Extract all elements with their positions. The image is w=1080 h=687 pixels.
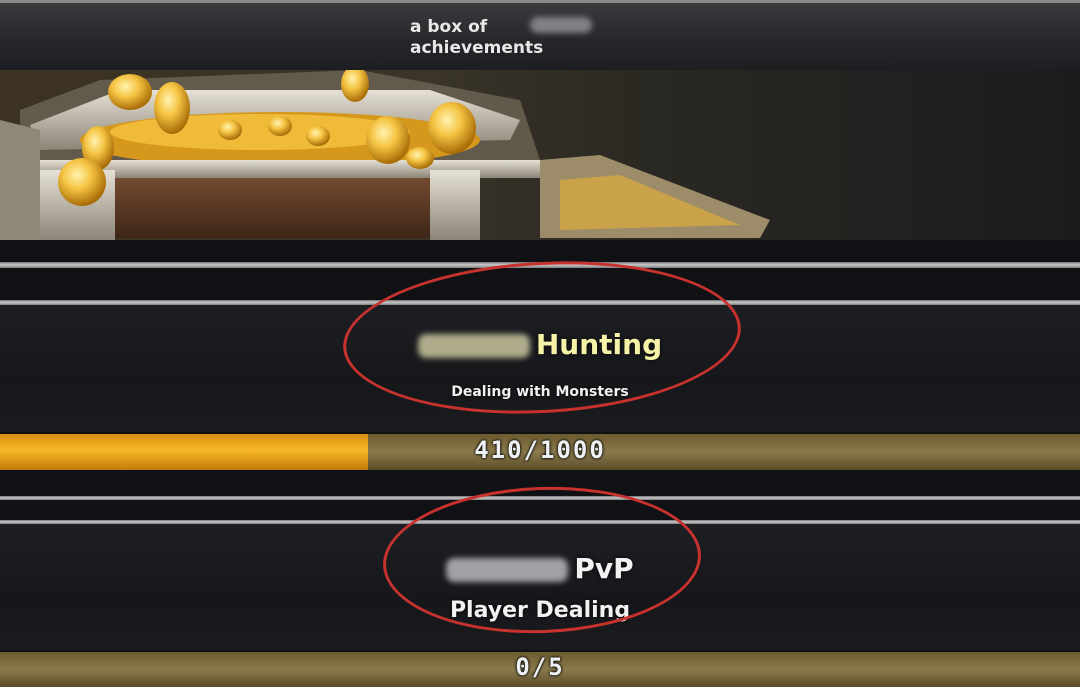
achievement-banner xyxy=(0,70,1080,240)
progress-text: 0/5 xyxy=(515,653,565,681)
progress-bar: 410/1000 xyxy=(0,434,1080,470)
progress-bar: 0/5 xyxy=(0,652,1080,687)
progress-text: 410/1000 xyxy=(474,436,606,464)
gold-coin-icon xyxy=(108,74,152,110)
window-header: a box of achievements xyxy=(0,0,1080,73)
treasure-chest-image xyxy=(0,70,770,240)
redaction-blur xyxy=(530,17,592,33)
